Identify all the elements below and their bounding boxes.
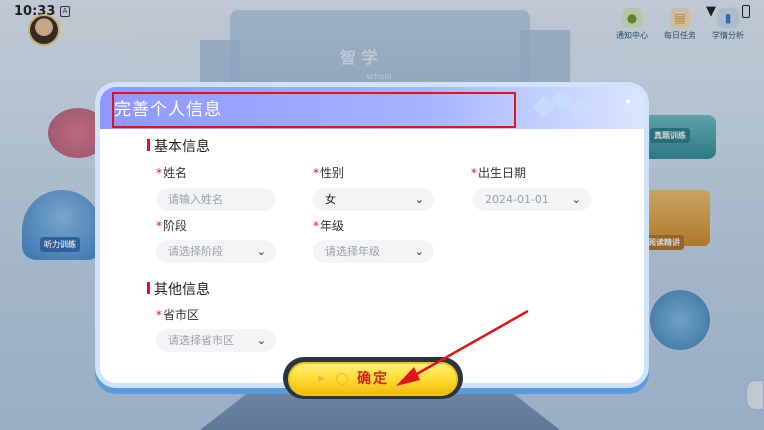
label-region-text: 省市区 (163, 308, 200, 322)
coin-icon (336, 373, 348, 385)
required-mark: * (313, 166, 319, 180)
required-mark: * (313, 219, 319, 233)
required-mark: * (156, 166, 162, 180)
label-region: *省市区 (156, 306, 199, 323)
confirm-button[interactable]: ▶ 确定 (288, 362, 458, 396)
label-stage-text: 阶段 (163, 219, 188, 233)
chevron-down-icon: ⌄ (571, 193, 581, 206)
grade-select[interactable]: 请选择年级 ⌄ (313, 240, 434, 263)
section-other-info: 其他信息 (147, 279, 210, 299)
label-name: *姓名 (156, 164, 187, 181)
gender-select[interactable]: 女 ⌄ (313, 188, 434, 211)
section-basic-info: 基本信息 (147, 136, 210, 156)
grade-placeholder: 请选择年级 (325, 245, 380, 258)
name-input[interactable]: 请输入姓名 (156, 188, 276, 211)
label-grade: *年级 (313, 217, 344, 234)
label-gender: *性别 (313, 164, 344, 181)
label-birthday: *出生日期 (471, 164, 526, 181)
stage-placeholder: 请选择阶段 (168, 245, 223, 258)
chevron-down-icon: ⌄ (256, 245, 266, 258)
cube-decoration-icon (532, 89, 592, 123)
title-highlight-box (112, 92, 516, 128)
label-gender-text: 性别 (320, 166, 345, 180)
required-mark: * (156, 219, 162, 233)
label-grade-text: 年级 (320, 219, 345, 233)
label-birthday-text: 出生日期 (478, 166, 527, 180)
confirm-label: 确定 (357, 371, 389, 387)
chevron-down-icon: ⌄ (414, 193, 424, 206)
label-stage: *阶段 (156, 217, 187, 234)
gender-value: 女 (325, 193, 336, 206)
label-name-text: 姓名 (163, 166, 188, 180)
region-placeholder: 请选择省市区 (168, 334, 234, 347)
play-icon: ▶ (318, 374, 327, 384)
required-mark: * (471, 166, 477, 180)
required-mark: * (156, 308, 162, 322)
birthday-value: 2024-01-01 (485, 193, 549, 206)
chevron-down-icon: ⌄ (414, 245, 424, 258)
stage-select[interactable]: 请选择阶段 ⌄ (156, 240, 276, 263)
profile-modal: ✦ 完善个人信息 基本信息 *姓名 请输入姓名 *性别 女 ⌄ *出生日期 20… (100, 87, 644, 383)
birthday-select[interactable]: 2024-01-01 ⌄ (473, 188, 591, 211)
region-select[interactable]: 请选择省市区 ⌄ (156, 329, 276, 352)
chevron-down-icon: ⌄ (256, 334, 266, 347)
sparkle-icon: ✦ (624, 97, 633, 108)
